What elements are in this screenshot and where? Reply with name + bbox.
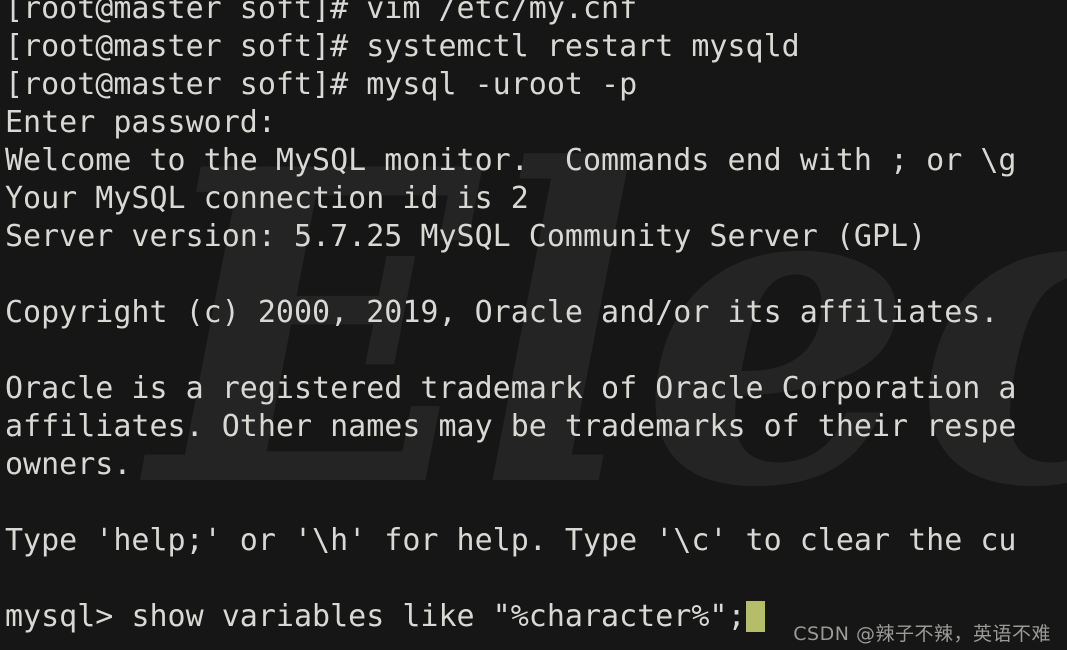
terminal-line-text: Copyright (c) 2000, 2019, Oracle and/or … <box>5 295 999 330</box>
terminal-line: [root@master soft]# vim /etc/my.cnf <box>5 0 637 28</box>
terminal-line-text: owners. <box>5 447 132 482</box>
terminal-line: affiliates. Other names may be trademark… <box>5 408 1016 446</box>
terminal-line: Copyright (c) 2000, 2019, Oracle and/or … <box>5 294 998 332</box>
terminal-line: [root@master soft]# systemctl restart my… <box>5 28 800 66</box>
terminal-line-text: Oracle is a registered trademark of Orac… <box>5 371 1017 406</box>
terminal-line: Enter password: <box>5 104 276 142</box>
terminal-line: Server version: 5.7.25 MySQL Community S… <box>5 218 926 256</box>
terminal-line: Type 'help;' or '\h' for help. Type '\c'… <box>5 522 1016 560</box>
terminal-line: Oracle is a registered trademark of Orac… <box>5 370 1016 408</box>
terminal-line: [root@master soft]# mysql -uroot -p <box>5 66 637 104</box>
terminal-window: Electr [root@master soft]# vim /etc/my.c… <box>0 0 1067 650</box>
terminal-active-prompt-line[interactable]: mysql> show variables like "%character%"… <box>5 598 765 636</box>
terminal-line-text: Enter password: <box>5 105 276 140</box>
terminal-line-text: [root@master soft]# systemctl restart my… <box>5 29 800 64</box>
terminal-line-text: Your MySQL connection id is 2 <box>5 181 529 216</box>
block-cursor <box>745 601 765 632</box>
terminal-line: Welcome to the MySQL monitor. Commands e… <box>5 142 1016 180</box>
mysql-command-input[interactable]: show variables like "%character%"; <box>131 599 745 634</box>
terminal-line-text: [root@master soft]# vim /etc/my.cnf <box>5 0 638 26</box>
terminal-line: Your MySQL connection id is 2 <box>5 180 529 218</box>
terminal-line: owners. <box>5 446 131 484</box>
csdn-watermark: CSDN @辣子不辣，英语不难 <box>793 623 1051 645</box>
terminal-line-text: Type 'help;' or '\h' for help. Type '\c'… <box>5 523 1017 558</box>
terminal-line-text: [root@master soft]# mysql -uroot -p <box>5 67 638 102</box>
terminal-screen[interactable]: [root@master soft]# vim /etc/my.cnf [roo… <box>0 0 1067 650</box>
terminal-line-text: affiliates. Other names may be trademark… <box>5 409 1017 444</box>
mysql-prompt: mysql> <box>5 599 132 634</box>
terminal-line-text: Welcome to the MySQL monitor. Commands e… <box>5 143 1017 178</box>
terminal-line-text: Server version: 5.7.25 MySQL Community S… <box>5 219 927 254</box>
